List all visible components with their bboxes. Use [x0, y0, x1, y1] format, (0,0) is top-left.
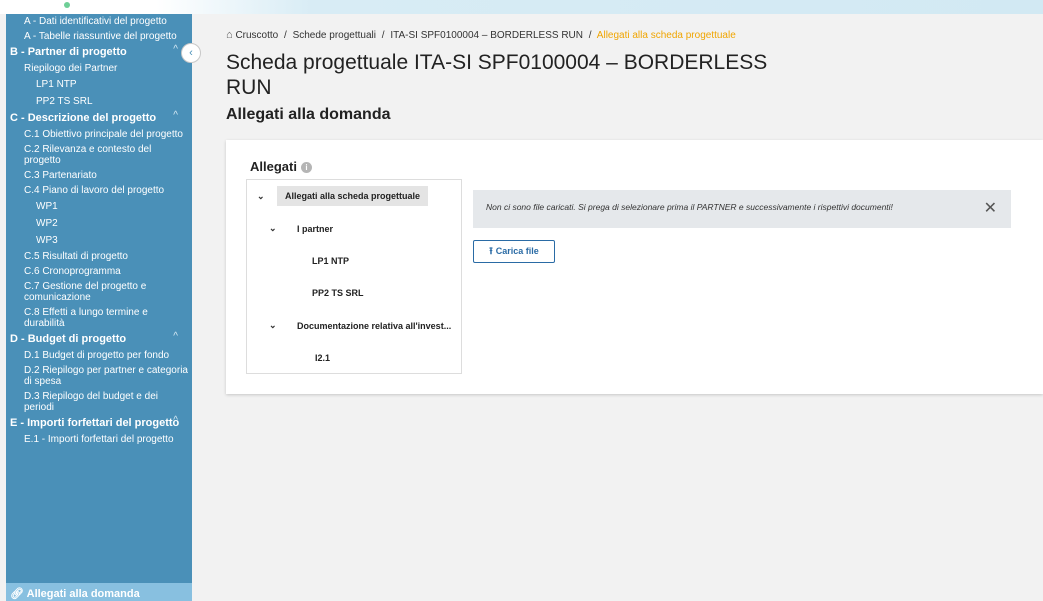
sidebar-section-c-descrizione-del-progetto[interactable]: C - Descrizione del progetto ^: [6, 110, 192, 127]
sidebar-item-c-1-obiettivo-principale-del-progetto[interactable]: C.1 Obiettivo principale del progetto: [6, 127, 192, 142]
sidebar-item-label: PP2 TS SRL: [36, 96, 93, 107]
sidebar-item-wp3[interactable]: WP3: [6, 232, 192, 249]
sidebar-item-label: A - Dati identificativi del progetto: [24, 16, 167, 27]
chevron-down-icon[interactable]: ⌄: [269, 223, 277, 234]
tree-node-label: Documentazione relativa all'invest...: [297, 321, 452, 331]
sidebar-item-label: C.3 Partenariato: [24, 170, 97, 181]
chevron-down-icon[interactable]: ⌄: [269, 320, 277, 331]
top-strip: [0, 0, 1043, 14]
breadcrumb: ⌂ Cruscotto / Schede progettuali / ITA-S…: [226, 29, 736, 41]
sidebar-item-d-2-riepilogo-per-partner-e-categoria-di-spesa[interactable]: D.2 Riepilogo per partner e categoria di…: [6, 363, 192, 389]
status-dot: [64, 2, 70, 8]
sidebar-item-a-dati-identificativi-del-progetto[interactable]: A - Dati identificativi del progetto: [6, 14, 192, 29]
sidebar-item-label: C.1 Obiettivo principale del progetto: [24, 129, 183, 140]
tree-node[interactable]: I2.1: [247, 346, 461, 370]
sidebar-item-c-4-piano-di-lavoro-del-progetto[interactable]: C.4 Piano di lavoro del progetto: [6, 183, 192, 198]
attachment-icon: 🔗︎: [10, 588, 24, 600]
sidebar-item-pp2-ts-srl[interactable]: PP2 TS SRL: [6, 93, 192, 110]
sidebar-item-c-8-effetti-a-lungo-termine-e-durabilit[interactable]: C.8 Effetti a lungo termine e durabilità: [6, 305, 192, 331]
sidebar-item-label: C.8 Effetti a lungo termine e durabilità: [24, 307, 148, 329]
no-files-alert: Non ci sono file caricati. Si prega di s…: [473, 190, 1011, 228]
sidebar-item-a-tabelle-riassuntive-del-progetto[interactable]: A - Tabelle riassuntive del progetto: [6, 29, 192, 44]
sidebar-item-allegati-alla-domanda[interactable]: 🔗︎ Allegati alla domanda: [6, 583, 192, 601]
home-icon[interactable]: ⌂: [226, 29, 233, 41]
breadcrumb-item[interactable]: Schede progettuali: [293, 30, 376, 41]
sidebar-item-label: C.2 Rilevanza e contesto del progetto: [24, 144, 152, 166]
upload-icon: ⭱: [489, 246, 493, 257]
allegati-title-text: Allegati: [250, 159, 297, 174]
tree-node-label: PP2 TS SRL: [312, 288, 364, 298]
breadcrumb-separator: /: [381, 30, 385, 41]
sidebar-item-riepilogo-dei-partner[interactable]: Riepilogo dei Partner: [6, 61, 192, 76]
upload-button-label: Carica file: [495, 246, 539, 256]
sidebar-item-label: WP1: [36, 201, 58, 212]
sidebar-section-e-importi-forfettari-del-progetto[interactable]: E - Importi forfettari del progetto ^: [6, 415, 192, 432]
sidebar-item-label: D.3 Riepilogo del budget e dei periodi: [24, 391, 158, 413]
sidebar-item-label: D.1 Budget di progetto per fondo: [24, 350, 170, 361]
allegati-title: Allegati i: [250, 159, 312, 174]
sidebar-item-d-3-riepilogo-del-budget-e-dei-periodi[interactable]: D.3 Riepilogo del budget e dei periodi: [6, 389, 192, 415]
sidebar-item-label: E.1 - Importi forfettari del progetto: [24, 434, 174, 445]
sidebar-item-label: E - Importi forfettari del progetto: [10, 417, 180, 429]
sidebar-item-wp1[interactable]: WP1: [6, 198, 192, 215]
breadcrumb-item[interactable]: ITA-SI SPF0100004 – BORDERLESS RUN: [390, 30, 583, 41]
close-icon[interactable]: ✕: [984, 198, 997, 218]
sidebar-item-label: B - Partner di progetto: [10, 46, 127, 58]
sidebar-item-label: WP2: [36, 218, 58, 229]
sidebar-item-e-1-importi-forfettari-del-progetto[interactable]: E.1 - Importi forfettari del progetto: [6, 432, 192, 447]
chevron-up-icon[interactable]: ^: [173, 415, 178, 427]
sidebar-item-lp1-ntp[interactable]: LP1 NTP: [6, 76, 192, 93]
sidebar-item-c-3-partenariato[interactable]: C.3 Partenariato: [6, 168, 192, 183]
chevron-up-icon[interactable]: ^: [173, 110, 178, 122]
breadcrumb-separator: /: [284, 30, 287, 41]
breadcrumb-separator: /: [588, 30, 592, 41]
allegati-card: Allegati i ⌄ Allegati alla scheda progettu…: [226, 140, 1043, 394]
sidebar-item-c-6-cronoprogramma[interactable]: C.6 Cronoprogramma: [6, 264, 192, 279]
sidebar-section-b-partner-di-progetto[interactable]: B - Partner di progetto ^: [6, 44, 192, 61]
sidebar-item-label: C - Descrizione del progetto: [10, 112, 157, 124]
sidebar-item-label: Allegati alla domanda: [26, 588, 140, 600]
sidebar-item-label: C.5 Risultati di progetto: [24, 251, 128, 262]
alert-message: Non ci sono file caricati. Si prega di s…: [486, 202, 893, 212]
sidebar-item-label: D.2 Riepilogo per partner e categoria di…: [24, 365, 188, 387]
page-title: Scheda progettuale ITA-SI SPF0100004 – B…: [226, 51, 768, 99]
tree-node[interactable]: ⌄ Allegati alla scheda progettuale: [247, 185, 461, 209]
sidebar-list: A - Dati identificativi del progetto A - …: [6, 14, 192, 447]
page-subtitle: Allegati alla domanda: [226, 106, 391, 123]
tree-node[interactable]: ⌄ Documentazione relativa all'invest...: [247, 314, 461, 338]
upload-file-button[interactable]: ⭱ Carica file: [473, 240, 555, 263]
tree-node-label: I partner: [297, 224, 334, 234]
chevron-left-icon[interactable]: ‹: [181, 43, 201, 63]
info-icon[interactable]: i: [300, 162, 312, 173]
tree-node[interactable]: ⌄ I partner: [247, 217, 461, 241]
sidebar-item-d-1-budget-di-progetto-per-fondo[interactable]: D.1 Budget di progetto per fondo: [6, 348, 192, 363]
sidebar-item-wp2[interactable]: WP2: [6, 215, 192, 232]
sidebar-item-c-7-gestione-del-progetto-e-comunicazione[interactable]: C.7 Gestione del progetto e comunicazion…: [6, 279, 192, 305]
sidebar-item-label: C.7 Gestione del progetto e comunicazion…: [24, 281, 147, 303]
sidebar-item-label: D - Budget di progetto: [10, 333, 127, 345]
chevron-up-icon[interactable]: ^: [173, 44, 178, 56]
sidebar-section-d-budget-di-progetto[interactable]: D - Budget di progetto ^: [6, 331, 192, 348]
chevron-up-icon[interactable]: ^: [173, 331, 178, 343]
sidebar-item-label: C.4 Piano di lavoro del progetto: [24, 185, 165, 196]
tree-node[interactable]: PP2 TS SRL: [247, 281, 461, 305]
breadcrumb-current: Allegati alla scheda progettuale: [596, 30, 736, 41]
tree-node-label: Allegati alla scheda progettuale: [277, 186, 429, 206]
attachments-tree: ⌄ Allegati alla scheda progettuale ⌄ I part…: [246, 179, 462, 374]
sidebar-item-label: Riepilogo dei Partner: [24, 63, 118, 74]
chevron-down-icon[interactable]: ⌄: [257, 191, 265, 202]
breadcrumb-item[interactable]: Cruscotto: [235, 30, 278, 41]
sidebar-item-label: C.6 Cronoprogramma: [24, 266, 121, 277]
sidebar: A - Dati identificativi del progetto A - …: [6, 14, 192, 601]
sidebar-item-c-2-rilevanza-e-contesto-del-progetto[interactable]: C.2 Rilevanza e contesto del progetto: [6, 142, 192, 168]
tree-node-label: I2.1: [315, 353, 331, 363]
sidebar-item-label: A - Tabelle riassuntive del progetto: [24, 31, 177, 42]
sidebar-item-label: LP1 NTP: [36, 79, 77, 90]
sidebar-item-c-5-risultati-di-progetto[interactable]: C.5 Risultati di progetto: [6, 249, 192, 264]
tree-node-label: LP1 NTP: [312, 256, 350, 266]
sidebar-item-label: WP3: [36, 235, 58, 246]
tree-node[interactable]: LP1 NTP: [247, 249, 461, 273]
